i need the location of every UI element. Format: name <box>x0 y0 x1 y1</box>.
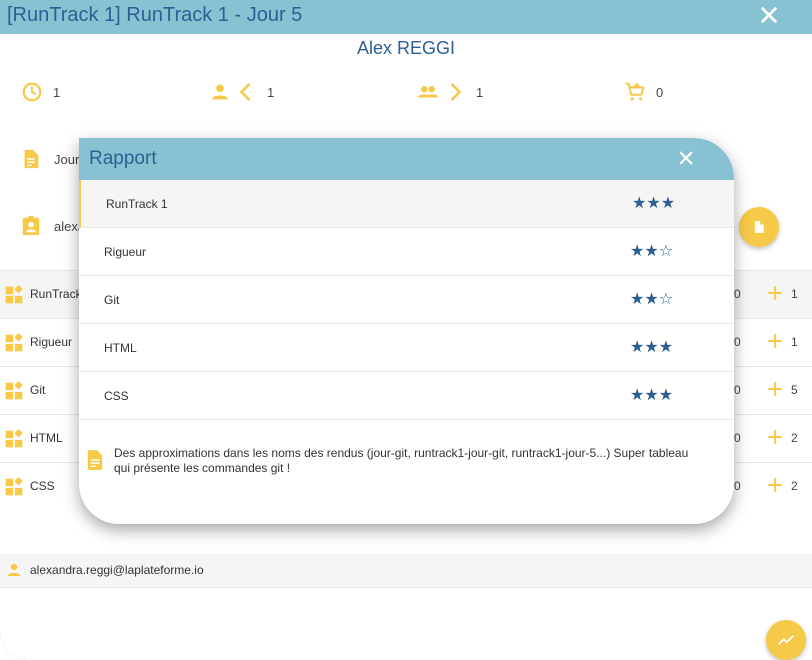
list-item-count: 1 <box>791 335 798 349</box>
stat-time-value: 1 <box>53 84 61 100</box>
star-rating: ★★☆ <box>630 241 674 260</box>
student-email: alexandra.reggi@laplateforme.io <box>30 563 204 577</box>
report-skill-label: Git <box>104 293 120 307</box>
list-item-zero: 0 <box>734 479 741 493</box>
plus-icon[interactable] <box>766 332 784 350</box>
cart-plus-icon <box>625 82 645 101</box>
list-item-count: 2 <box>791 431 798 445</box>
star-rating: ★★★ <box>630 385 674 404</box>
report-row[interactable]: Git ★★☆ <box>79 276 734 324</box>
widgets-icon <box>5 429 23 448</box>
list-item-zero: 0 <box>734 431 741 445</box>
report-skill-label: RunTrack 1 <box>106 197 168 211</box>
list-item-label: RunTrack <box>30 287 82 301</box>
chevron-left-icon <box>240 83 251 101</box>
list-item-count: 2 <box>791 479 798 493</box>
window-title: [RunTrack 1] RunTrack 1 - Jour 5 <box>7 4 303 26</box>
report-dialog: Rapport RunTrack 1 ★★★ Rigueur ★★☆ Git ★… <box>79 138 734 524</box>
chevron-right-icon <box>450 83 461 101</box>
list-item-count: 1 <box>791 287 798 301</box>
list-item-zero: 0 <box>734 287 741 301</box>
stat-received: 1 <box>416 80 483 104</box>
title-bar: [RunTrack 1] RunTrack 1 - Jour 5 <box>0 0 812 34</box>
email-row: alexandra.reggi@laplateforme.io <box>0 554 812 588</box>
info-document-label: Jour <box>54 151 80 167</box>
list-item-label: CSS <box>30 479 55 493</box>
report-row[interactable]: CSS ★★★ <box>79 372 734 420</box>
document-icon <box>87 450 103 470</box>
document-icon <box>24 149 39 169</box>
plus-icon[interactable] <box>766 476 784 494</box>
stat-cart: 0 <box>624 80 663 104</box>
star-rating: ★★★ <box>630 337 674 356</box>
list-item-zero: 0 <box>734 383 741 397</box>
report-skill-label: CSS <box>104 389 129 403</box>
report-dialog-header: Rapport <box>79 138 734 180</box>
plus-icon[interactable] <box>766 428 784 446</box>
widgets-icon <box>5 333 23 352</box>
report-skill-label: HTML <box>104 341 137 355</box>
report-skill-label: Rigueur <box>104 245 147 259</box>
widgets-icon <box>5 477 23 496</box>
report-comment-text: Des approximations dans les noms des ren… <box>114 446 689 475</box>
info-user: alexa <box>20 214 85 238</box>
report-row[interactable]: RunTrack 1 ★★★ <box>79 180 734 228</box>
report-row[interactable]: Rigueur ★★☆ <box>79 228 734 276</box>
plus-icon[interactable] <box>766 284 784 302</box>
stat-cart-value: 0 <box>656 84 664 100</box>
document-icon <box>754 221 764 233</box>
person-icon <box>212 84 228 100</box>
report-row[interactable]: HTML ★★★ <box>79 324 734 372</box>
close-icon[interactable] <box>758 4 780 26</box>
list-item-label: Git <box>30 383 46 397</box>
list-item-label: Rigueur <box>30 335 73 349</box>
trending-up-icon <box>778 635 794 645</box>
stat-given-value: 1 <box>267 84 275 100</box>
star-rating: ★★★ <box>632 193 676 212</box>
report-dialog-title: Rapport <box>89 148 157 169</box>
group-icon <box>417 86 439 98</box>
trending-fab-button[interactable] <box>766 620 806 660</box>
badge-user-icon <box>22 215 40 236</box>
star-rating: ★★☆ <box>630 289 674 308</box>
stat-time: 1 <box>21 80 60 104</box>
clock-icon <box>22 82 42 102</box>
close-icon[interactable] <box>677 149 695 167</box>
list-item-zero: 0 <box>734 335 741 349</box>
stat-given: 1 <box>209 80 274 104</box>
person-icon <box>7 563 21 576</box>
document-fab-button[interactable] <box>739 207 779 247</box>
list-item-label: HTML <box>30 431 63 445</box>
plus-icon[interactable] <box>766 380 784 398</box>
info-document: Jour <box>20 147 79 171</box>
student-name: Alex REGGI <box>356 38 456 58</box>
stat-received-value: 1 <box>476 84 484 100</box>
widgets-icon <box>5 381 23 400</box>
list-item-count: 5 <box>791 383 798 397</box>
widgets-icon <box>5 285 23 304</box>
